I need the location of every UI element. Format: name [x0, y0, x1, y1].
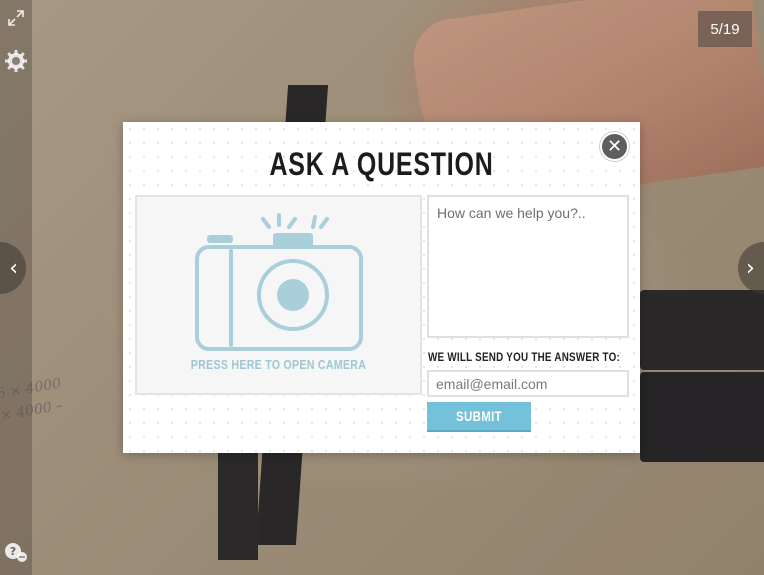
- open-camera-button[interactable]: PRESS HERE TO OPEN CAMERA: [135, 195, 422, 395]
- question-textarea[interactable]: [427, 195, 629, 338]
- slide-counter: 5/19: [698, 11, 752, 47]
- gear-icon[interactable]: [3, 48, 29, 74]
- email-field[interactable]: [427, 370, 629, 397]
- open-camera-label: PRESS HERE TO OPEN CAMERA: [190, 357, 367, 372]
- modal-title: ASK A QUESTION: [269, 146, 494, 182]
- submit-label: SUBMIT: [456, 408, 502, 424]
- close-button[interactable]: ✕: [600, 132, 629, 161]
- ask-question-modal: ASK A QUESTION ✕ PRESS HERE TO OPEN CAME…: [123, 122, 640, 453]
- chevron-left-icon: ‹: [9, 255, 18, 281]
- expand-arrows-icon[interactable]: [3, 5, 29, 31]
- email-label: WE WILL SEND YOU THE ANSWER TO:: [428, 350, 621, 364]
- camera-icon: [195, 213, 363, 351]
- close-icon: ✕: [606, 136, 623, 157]
- svg-text:?: ?: [10, 545, 16, 558]
- help-chat-icon[interactable]: ?: [4, 541, 28, 565]
- submit-button[interactable]: SUBMIT: [427, 402, 531, 432]
- chevron-right-icon: ›: [746, 255, 755, 281]
